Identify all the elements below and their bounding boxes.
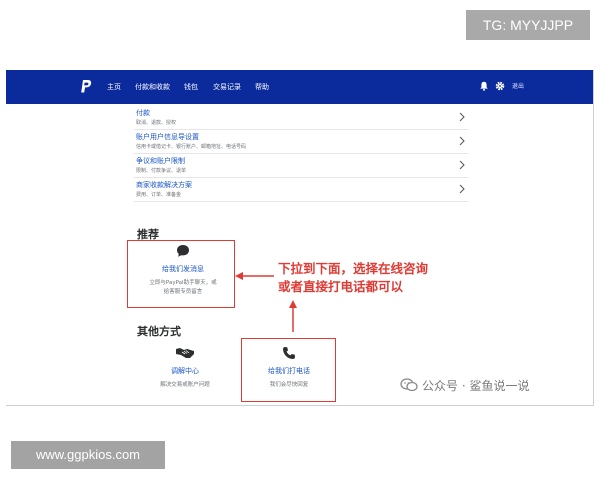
paypal-help-page: 主页 付款和收款 钱包 交易记录 帮助 退出 付款 取消、退款、授权 账户用户信… xyxy=(6,70,594,406)
wechat-watermark: 公众号 · 鲨鱼说一说 xyxy=(400,374,529,396)
watermark-text: 公众号 · 鲨鱼说一说 xyxy=(422,378,530,393)
site-label: www.ggpkios.com xyxy=(11,441,165,469)
annotation-text: 下拉到下面，选择在线咨询 或者直接打电话都可以 xyxy=(278,260,428,296)
annotation-line2: 或者直接打电话都可以 xyxy=(278,279,404,294)
annotation-arrows xyxy=(235,272,297,332)
wechat-icon xyxy=(400,378,418,392)
annotation-line1: 下拉到下面，选择在线咨询 xyxy=(278,261,429,276)
tg-label: TG: MYYJJPP xyxy=(466,10,590,40)
